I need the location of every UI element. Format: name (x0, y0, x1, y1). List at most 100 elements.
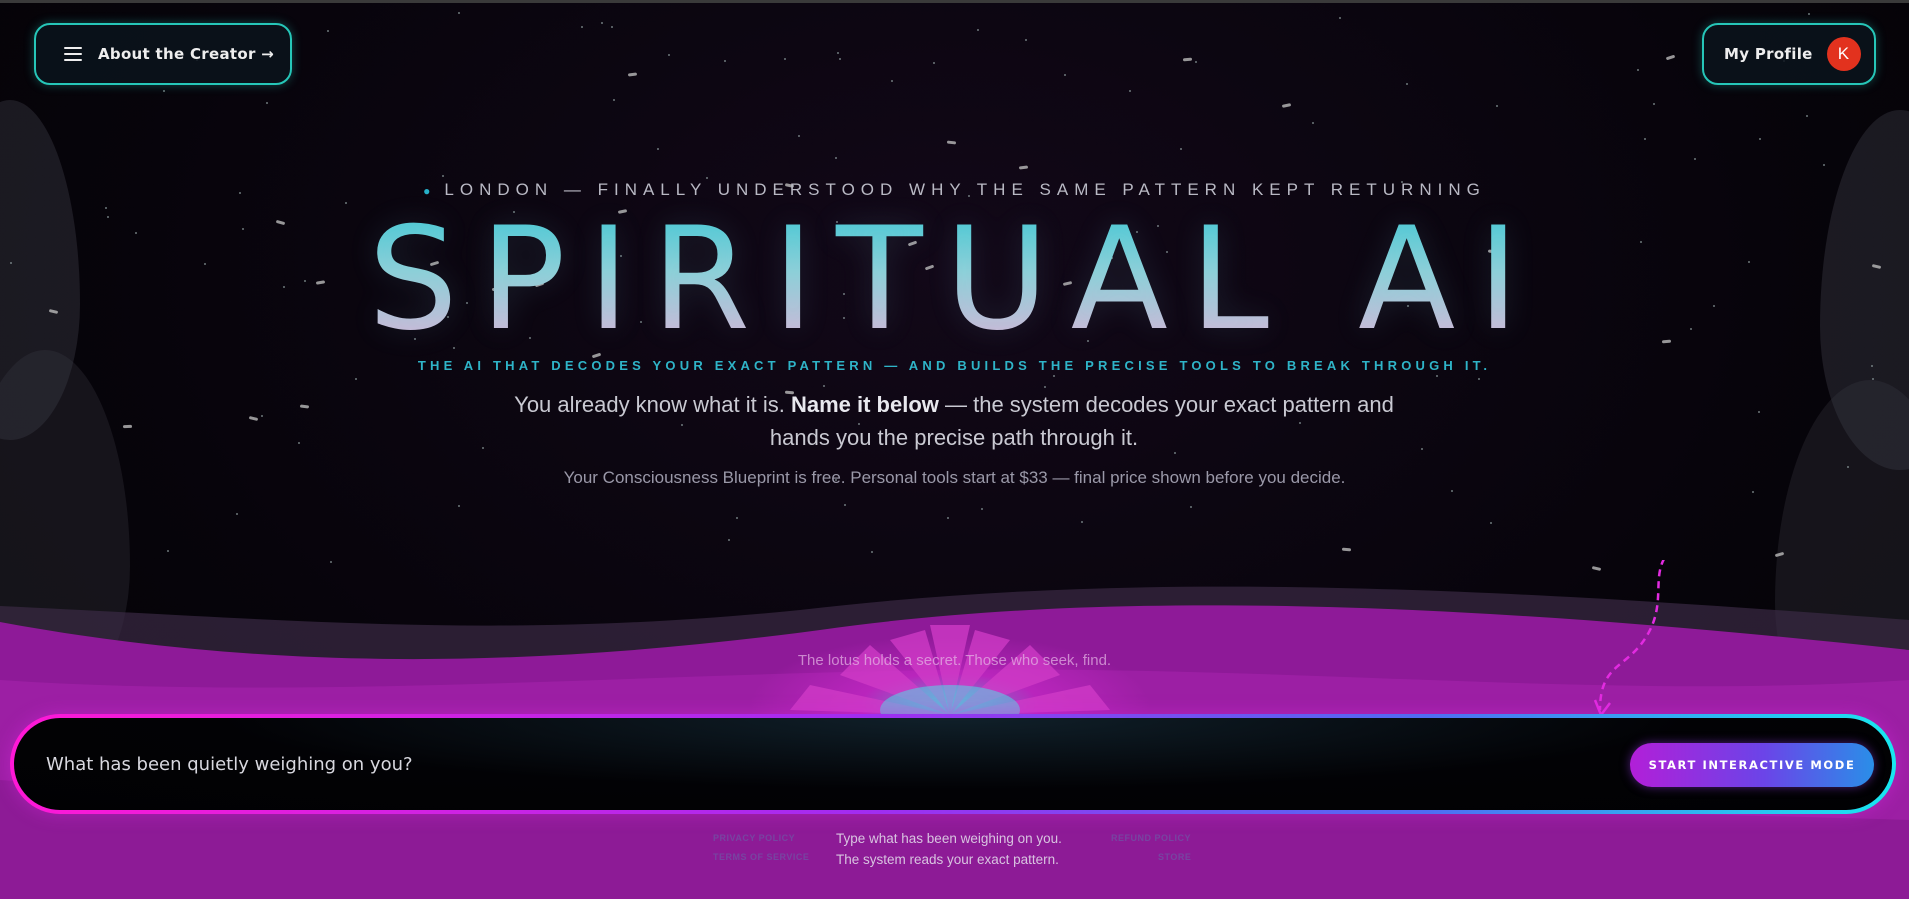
star (1190, 506, 1192, 508)
footer-note: Type what has been weighing on you. The … (836, 828, 1076, 870)
star (837, 52, 839, 54)
avatar: K (1826, 37, 1861, 71)
terms-of-service-link[interactable]: TERMS OF SERVICE (713, 852, 809, 862)
star (298, 442, 300, 444)
star (1406, 83, 1408, 85)
star (933, 62, 935, 64)
search-input[interactable] (46, 742, 1346, 786)
star (657, 148, 659, 150)
star (1053, 375, 1055, 377)
star (977, 29, 979, 31)
pricing-note: Your Consciousness Blueprint is free. Pe… (563, 468, 1346, 487)
particle (1182, 57, 1193, 62)
star (458, 12, 460, 14)
star (1808, 13, 1810, 15)
star (236, 513, 238, 515)
star (1694, 158, 1696, 160)
star (728, 539, 730, 541)
star (724, 60, 726, 62)
star (327, 30, 329, 32)
star (947, 517, 949, 519)
star (1752, 491, 1754, 493)
star (1637, 69, 1639, 71)
star (1195, 61, 1197, 63)
star (823, 385, 825, 387)
my-profile-label: My Profile (1724, 45, 1813, 63)
star (266, 102, 268, 104)
footer: PRIVACY POLICY TERMS OF SERVICE Type wha… (0, 828, 1909, 888)
lotus-caption: The lotus holds a secret. Those who seek… (797, 652, 1112, 669)
star (1064, 74, 1066, 76)
footer-note-line-2: The system reads your exact pattern. (836, 852, 1059, 867)
footer-note-line-1: Type what has been weighing on you. (836, 831, 1062, 846)
star (736, 517, 738, 519)
particle (1281, 103, 1292, 108)
star (601, 22, 603, 24)
privacy-policy-link[interactable]: PRIVACY POLICY (713, 833, 795, 843)
refund-policy-link[interactable]: REFUND POLICY (1111, 833, 1191, 843)
search-bar-inner: START INTERACTIVE MODE (14, 718, 1892, 810)
star (706, 177, 708, 179)
star (981, 508, 983, 510)
menu-icon (64, 47, 82, 61)
star (1872, 378, 1874, 380)
star (261, 415, 263, 417)
search-bar: START INTERACTIVE MODE (10, 714, 1896, 814)
star (1496, 105, 1498, 107)
particle (1341, 547, 1352, 552)
particle (122, 424, 133, 429)
star (345, 202, 347, 204)
star (1758, 411, 1760, 413)
particle (1018, 165, 1029, 170)
star (1451, 490, 1453, 492)
bullet-icon: ● (423, 183, 437, 198)
star (613, 99, 615, 101)
star (1759, 138, 1761, 140)
window-top-border (0, 0, 1909, 3)
store-link[interactable]: STORE (1158, 852, 1191, 862)
star (891, 80, 893, 82)
star (1025, 39, 1027, 41)
star (163, 90, 165, 92)
star (1081, 521, 1083, 523)
star (839, 58, 841, 60)
star (611, 26, 613, 28)
star (798, 135, 800, 137)
particle (627, 72, 638, 77)
star (355, 378, 357, 380)
star (458, 505, 460, 507)
about-creator-label: About the Creator → (98, 45, 275, 63)
star (871, 551, 873, 553)
star (1421, 448, 1423, 450)
star (1339, 17, 1341, 19)
star (1806, 115, 1808, 117)
about-creator-button[interactable]: About the Creator → (34, 23, 292, 85)
star (482, 447, 484, 449)
subhead-text-pre: You already know what it is. (514, 392, 791, 417)
star (1180, 148, 1182, 150)
star (1312, 122, 1314, 124)
star (1436, 375, 1438, 377)
my-profile-button[interactable]: My Profile K (1702, 23, 1876, 85)
star (1823, 164, 1825, 166)
star (784, 58, 786, 60)
particle (299, 404, 310, 409)
hero-subhead: You already know what it is. Name it bel… (504, 388, 1404, 454)
particle (248, 415, 259, 422)
star (1653, 103, 1655, 105)
start-interactive-mode-button[interactable]: START INTERACTIVE MODE (1630, 743, 1874, 787)
star (581, 26, 583, 28)
hero-tagline: THE AI THAT DECODES YOUR EXACT PATTERN —… (417, 358, 1492, 373)
particle (1665, 54, 1676, 61)
star (835, 157, 837, 159)
star (1129, 90, 1131, 92)
star (1490, 522, 1492, 524)
particle (946, 140, 957, 145)
star (668, 54, 670, 56)
star (844, 504, 846, 506)
subhead-text-bold: Name it below (790, 392, 939, 417)
star (167, 550, 169, 552)
star (442, 175, 444, 177)
hero-title: SPIRITUAL AI (0, 205, 1909, 355)
star (1478, 378, 1480, 380)
